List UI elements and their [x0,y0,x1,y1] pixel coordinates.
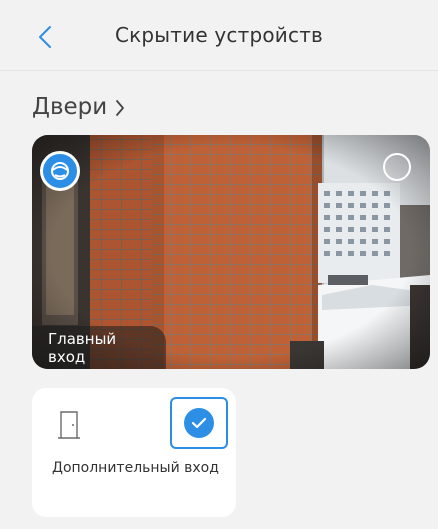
camera-label: Главный вход [32,326,166,369]
door-icon [58,411,80,439]
chevron-left-icon [39,26,51,48]
device-select-checkbox[interactable] [170,397,228,449]
back-button[interactable] [30,22,60,52]
camera-card[interactable]: Главный вход [32,135,430,369]
camera-select-radio[interactable] [383,153,411,181]
section-title: Двери [32,94,108,120]
device-card[interactable]: Дополнительный вход [32,388,236,517]
section-doors-link[interactable]: Двери [32,94,125,120]
checkmark-icon [184,408,214,438]
header-divider [0,70,438,71]
header: Скрытие устройств [0,0,438,70]
chevron-right-icon [116,100,125,116]
device-label: Дополнительный вход [52,460,219,476]
page-title: Скрытие устройств [114,23,324,47]
face-recognition-icon [40,151,80,191]
